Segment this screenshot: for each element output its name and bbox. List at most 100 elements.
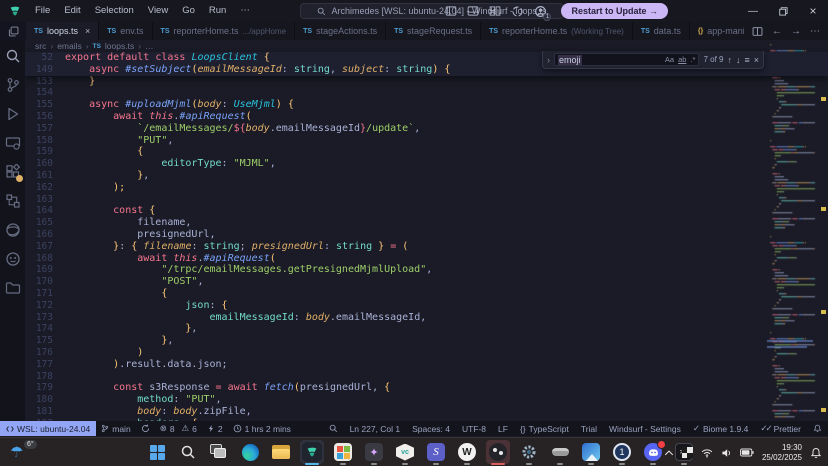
regex-icon[interactable]: .* bbox=[690, 55, 695, 64]
notification-center-icon[interactable] bbox=[810, 447, 822, 459]
source-control-icon[interactable] bbox=[5, 77, 21, 93]
line-number: 178 bbox=[25, 371, 65, 383]
breadcrumb-item[interactable]: loops.ts bbox=[105, 41, 134, 51]
customize-layout-icon[interactable] bbox=[489, 5, 501, 17]
s-curve-app-icon[interactable]: S bbox=[424, 440, 448, 464]
trial-status[interactable]: Trial bbox=[575, 424, 603, 434]
find-in-selection-icon[interactable]: ≡ bbox=[744, 55, 749, 65]
windsurf-settings[interactable]: Windsurf - Settings bbox=[603, 424, 687, 434]
sync-changes-icon[interactable] bbox=[136, 424, 155, 433]
windsurf-taskbar-icon[interactable] bbox=[300, 440, 324, 464]
menu-selection[interactable]: Selection bbox=[88, 0, 141, 22]
timer-status[interactable]: 1 hrs 2 mins bbox=[228, 424, 296, 434]
minimap[interactable] bbox=[765, 40, 820, 421]
maximize-button[interactable] bbox=[768, 0, 798, 22]
tab-loops.ts[interactable]: TSloops.ts× bbox=[26, 22, 99, 40]
onepassword-icon[interactable]: 1 bbox=[610, 440, 634, 464]
overview-ruler[interactable] bbox=[820, 40, 828, 421]
menu-go[interactable]: Go bbox=[175, 0, 202, 22]
edge-browser-icon[interactable] bbox=[238, 440, 262, 464]
star-app-icon[interactable]: ✦ bbox=[362, 440, 386, 464]
wifi-icon[interactable] bbox=[701, 448, 713, 458]
indentation[interactable]: Spaces: 4 bbox=[406, 424, 456, 434]
file-explorer-taskbar-icon[interactable] bbox=[269, 440, 293, 464]
credits-status[interactable]: 2 bbox=[202, 424, 228, 434]
menu-view[interactable]: View bbox=[141, 0, 175, 22]
mouse-device-icon[interactable] bbox=[548, 440, 572, 464]
connections-icon[interactable] bbox=[5, 193, 21, 209]
whole-word-icon[interactable]: ab bbox=[678, 55, 686, 64]
toggle-replace-icon[interactable]: › bbox=[547, 55, 550, 65]
settings-sync-icon[interactable] bbox=[511, 5, 524, 18]
breadcrumb-item[interactable]: … bbox=[145, 41, 154, 51]
more-actions-icon[interactable]: ⋯ bbox=[810, 26, 820, 37]
search-match-marker bbox=[821, 97, 826, 101]
start-button[interactable] bbox=[145, 440, 169, 464]
close-window-button[interactable]: × bbox=[798, 0, 828, 22]
battery-icon[interactable] bbox=[740, 448, 754, 457]
browser-preview-icon[interactable] bbox=[5, 222, 21, 238]
account-icon[interactable]: 1 bbox=[534, 5, 547, 18]
remote-indicator[interactable]: WSL: ubuntu-24.04 bbox=[0, 421, 96, 436]
w-circle-app-icon[interactable]: W bbox=[455, 440, 479, 464]
microsoft-store-icon[interactable] bbox=[331, 440, 355, 464]
remote-explorer-icon[interactable] bbox=[5, 135, 21, 151]
taskbar-clock[interactable]: 19:30 25/02/2025 bbox=[762, 443, 802, 463]
tab-close-icon[interactable]: × bbox=[85, 26, 90, 36]
discord-icon[interactable] bbox=[641, 440, 665, 464]
tray-app-icon[interactable] bbox=[682, 447, 693, 458]
open-editors-icon[interactable] bbox=[0, 22, 26, 40]
line-number: 180 bbox=[25, 394, 65, 406]
menu-run[interactable]: Run bbox=[202, 0, 233, 22]
cascade-ai-icon[interactable] bbox=[5, 251, 21, 267]
toggle-sidebar-icon[interactable] bbox=[445, 5, 457, 17]
problems-status[interactable]: ⊗8 ⚠6 bbox=[155, 423, 202, 434]
split-editor-icon[interactable] bbox=[752, 26, 763, 37]
tab-stageActions.ts[interactable]: TSstageActions.ts bbox=[295, 22, 386, 40]
tab-reporterHome.ts[interactable]: TSreporterHome.ts(Working Tree) bbox=[481, 22, 633, 40]
find-next-icon[interactable]: ↓ bbox=[736, 55, 741, 65]
find-input[interactable]: emoji Aa ab .* bbox=[554, 53, 699, 66]
run-debug-icon[interactable] bbox=[5, 106, 21, 122]
find-previous-icon[interactable]: ↑ bbox=[727, 55, 732, 65]
extensions-icon[interactable] bbox=[5, 164, 21, 180]
photos-app-icon[interactable] bbox=[579, 440, 603, 464]
biome-status[interactable]: ✓Biome 1.9.4 bbox=[687, 423, 755, 434]
file-explorer-icon[interactable] bbox=[5, 280, 21, 296]
tab-reporterHome.ts[interactable]: TSreporterHome.ts.../appHome bbox=[153, 22, 296, 40]
code-content[interactable]: 153}154155async #uploadMjml(body: UseMjm… bbox=[25, 76, 828, 421]
camera-app-icon[interactable] bbox=[486, 440, 510, 464]
toggle-panel-icon[interactable] bbox=[467, 5, 479, 17]
search-status-icon[interactable] bbox=[323, 424, 344, 433]
eol-sequence[interactable]: LF bbox=[492, 424, 514, 434]
match-case-icon[interactable]: Aa bbox=[665, 55, 674, 64]
restart-to-update-button[interactable]: Restart to Update → bbox=[561, 3, 668, 19]
tab-stageRequest.ts[interactable]: TSstageRequest.ts bbox=[386, 22, 481, 40]
taskbar-search-icon[interactable] bbox=[176, 440, 200, 464]
breadcrumb-item[interactable]: emails bbox=[57, 41, 82, 51]
task-view-icon[interactable] bbox=[207, 440, 231, 464]
weather-widget[interactable]: ☂ 6° bbox=[8, 441, 48, 464]
encoding[interactable]: UTF-8 bbox=[456, 424, 492, 434]
minimize-button[interactable]: — bbox=[738, 0, 768, 22]
cursor-position[interactable]: Ln 227, Col 1 bbox=[344, 424, 407, 434]
prettier-status[interactable]: ✓✓Prettier bbox=[754, 423, 807, 434]
editor-pane[interactable]: src›emails›TSloops.ts›… 52export default… bbox=[25, 40, 828, 421]
tab-env.ts[interactable]: TSenv.ts bbox=[99, 22, 152, 40]
tray-chevron-up-icon[interactable] bbox=[664, 449, 674, 457]
search-activity-icon[interactable] bbox=[5, 48, 21, 64]
navigate-back-icon[interactable]: ← bbox=[772, 26, 782, 37]
notifications-bell-icon[interactable] bbox=[807, 424, 828, 433]
menu-file[interactable]: File bbox=[28, 0, 57, 22]
tab-data.ts[interactable]: TSdata.ts bbox=[633, 22, 690, 40]
menu-[interactable]: ⋯ bbox=[233, 0, 257, 22]
navigate-forward-icon[interactable]: → bbox=[791, 26, 801, 37]
close-find-icon[interactable]: × bbox=[754, 55, 759, 65]
language-mode[interactable]: {}TypeScript bbox=[514, 424, 575, 434]
hexagon-app-icon[interactable]: vc bbox=[393, 440, 417, 464]
git-branch-status[interactable]: main bbox=[96, 424, 135, 434]
breadcrumb-item[interactable]: src bbox=[35, 41, 46, 51]
volume-icon[interactable] bbox=[721, 448, 732, 458]
settings-gear-icon[interactable] bbox=[517, 440, 541, 464]
menu-edit[interactable]: Edit bbox=[57, 0, 87, 22]
